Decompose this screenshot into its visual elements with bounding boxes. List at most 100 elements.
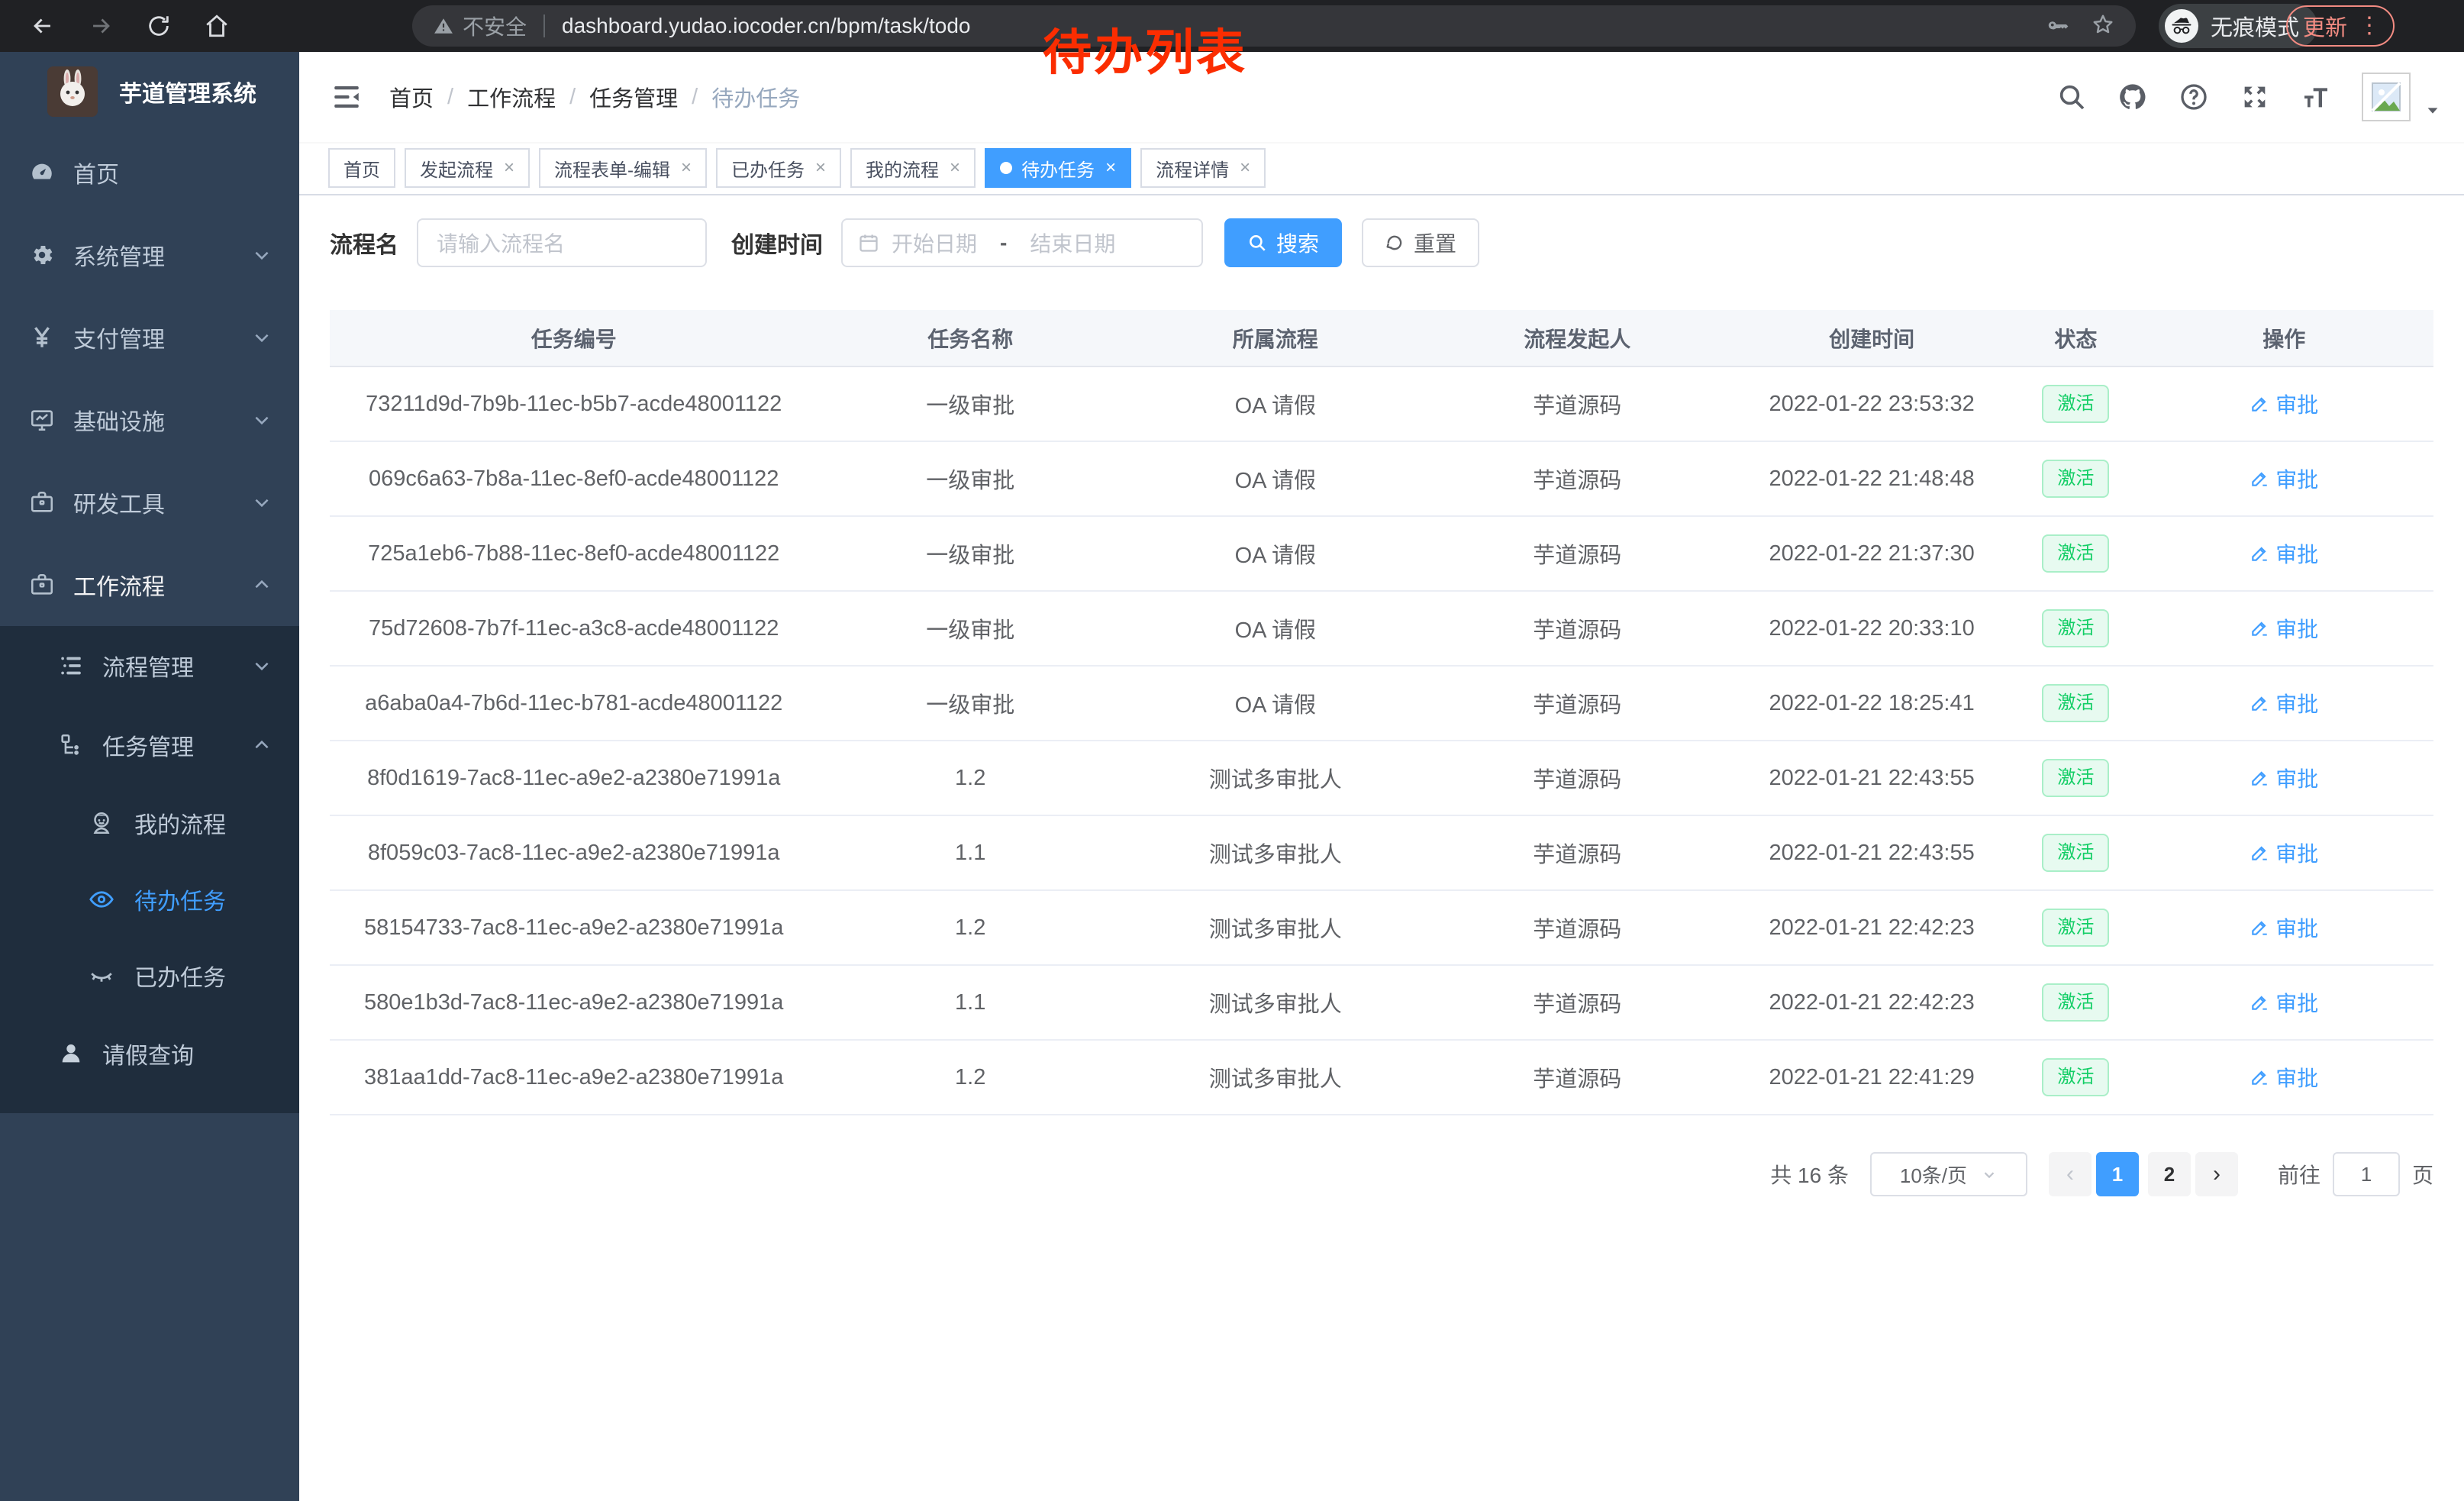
tab-1[interactable]: 发起流程× xyxy=(405,148,530,188)
tab-close-icon[interactable]: × xyxy=(1105,159,1116,177)
tab-2[interactable]: 流程表单-编辑× xyxy=(539,148,707,188)
approve-link[interactable]: 审批 xyxy=(2250,763,2318,793)
approve-link[interactable]: 审批 xyxy=(2250,613,2318,644)
tab-label: 流程详情 xyxy=(1156,155,1229,182)
help-icon[interactable] xyxy=(2179,82,2209,112)
github-icon[interactable] xyxy=(2117,82,2148,112)
search-icon[interactable] xyxy=(2056,82,2087,112)
security-warning-icon[interactable] xyxy=(434,16,463,36)
avatar[interactable] xyxy=(2362,73,2411,121)
tab-3[interactable]: 已办任务 × xyxy=(716,148,841,188)
status-badge: 激活 xyxy=(2042,1058,2109,1097)
tab-0[interactable]: 首页 xyxy=(328,148,395,188)
org-tree-icon xyxy=(56,731,85,760)
sidebar-item-1[interactable]: 系统管理 xyxy=(0,214,299,296)
caret-down-icon[interactable] xyxy=(2424,102,2441,123)
sidebar-item-label: 基础设施 xyxy=(73,403,165,437)
app-logo-row[interactable]: 芋道管理系统 xyxy=(0,52,299,131)
refresh-icon xyxy=(1385,233,1405,253)
table-row-2: 725a1eb6-7b88-11ec-8ef0-acde48001122一级审批… xyxy=(330,516,2433,591)
end-date-placeholder: 结束日期 xyxy=(1030,228,1115,258)
incognito-icon xyxy=(2165,9,2198,43)
password-key-icon[interactable] xyxy=(2046,13,2069,40)
goto-page-input[interactable]: 1 xyxy=(2333,1152,2400,1196)
cell-task-name: 1.1 xyxy=(818,815,1123,890)
search-button[interactable]: 搜索 xyxy=(1224,218,1342,267)
browser-forward-icon[interactable] xyxy=(85,11,116,41)
approve-link[interactable]: 审批 xyxy=(2250,987,2318,1018)
approve-link[interactable]: 审批 xyxy=(2250,688,2318,718)
approve-link[interactable]: 审批 xyxy=(2250,838,2318,868)
date-separator: - xyxy=(1000,231,1007,255)
reset-button[interactable]: 重置 xyxy=(1362,218,1479,267)
approve-link[interactable]: 审批 xyxy=(2250,1062,2318,1093)
sidebar-item-6[interactable]: 流程管理 xyxy=(0,626,299,705)
bookmark-star-icon[interactable] xyxy=(2091,13,2114,40)
cell-process: 测试多审批人 xyxy=(1123,1040,1428,1115)
browser-reload-icon[interactable] xyxy=(144,11,174,41)
approve-link[interactable]: 审批 xyxy=(2250,538,2318,569)
url-text[interactable]: dashboard.yudao.iocoder.cn/bpm/task/todo xyxy=(562,14,2046,38)
pagination: 共 16 条10条/页‹12›前往1页 xyxy=(1770,1150,2433,1199)
chevron-down-icon xyxy=(252,410,272,430)
sidebar-item-8[interactable]: 我的流程 xyxy=(0,785,299,861)
prev-page-button[interactable]: ‹ xyxy=(2049,1152,2091,1196)
approve-link[interactable]: 审批 xyxy=(2250,389,2318,419)
breadcrumb-item-2[interactable]: 任务管理 xyxy=(589,81,678,113)
sidebar-item-10[interactable]: 已办任务 xyxy=(0,938,299,1014)
tab-label: 待办任务 xyxy=(1021,155,1095,182)
approve-link[interactable]: 审批 xyxy=(2250,463,2318,494)
dashboard-icon xyxy=(27,158,56,187)
address-bar[interactable]: 不安全 dashboard.yudao.iocoder.cn/bpm/task/… xyxy=(412,5,2136,47)
sidebar-item-2[interactable]: 支付管理 xyxy=(0,296,299,379)
sidebar-item-7[interactable]: 任务管理 xyxy=(0,705,299,785)
briefcase-icon xyxy=(27,488,56,517)
process-name-input[interactable]: 请输入流程名 xyxy=(417,218,707,267)
approve-link[interactable]: 审批 xyxy=(2250,912,2318,943)
browser-update-button[interactable]: 更新 ⋮ xyxy=(2286,5,2395,47)
breadcrumb-item-1[interactable]: 工作流程 xyxy=(467,81,556,113)
tab-close-icon[interactable]: × xyxy=(815,159,826,177)
cell-process: 测试多审批人 xyxy=(1123,815,1428,890)
fullscreen-icon[interactable] xyxy=(2240,82,2270,112)
next-page-button[interactable]: › xyxy=(2195,1152,2238,1196)
tab-close-icon[interactable]: × xyxy=(1240,159,1250,177)
sidebar-item-5[interactable]: 工作流程 xyxy=(0,544,299,626)
sidebar-item-0[interactable]: 首页 xyxy=(0,131,299,214)
tab-5[interactable]: 待办任务 × xyxy=(985,148,1131,188)
browser-back-icon[interactable] xyxy=(27,11,58,41)
column-header-2: 所属流程 xyxy=(1123,310,1428,366)
cell-process: OA 请假 xyxy=(1123,441,1428,516)
sidebar-item-9[interactable]: 待办任务 xyxy=(0,861,299,938)
tab-4[interactable]: 我的流程× xyxy=(850,148,976,188)
tab-6[interactable]: 流程详情 × xyxy=(1140,148,1266,188)
sidebar-item-11[interactable]: 请假查询 xyxy=(0,1014,299,1093)
tab-close-icon[interactable]: × xyxy=(681,159,692,177)
browser-home-icon[interactable] xyxy=(202,11,232,41)
page-number-2[interactable]: 2 xyxy=(2148,1152,2191,1196)
page-number-1[interactable]: 1 xyxy=(2096,1152,2139,1196)
update-label[interactable]: 更新 xyxy=(2303,10,2347,42)
table-row-1: 069c6a63-7b8a-11ec-8ef0-acde48001122一级审批… xyxy=(330,441,2433,516)
breadcrumb-item-0[interactable]: 首页 xyxy=(389,81,434,113)
cell-task-id: 8f059c03-7ac8-11ec-a9e2-a2380e71991a xyxy=(330,815,818,890)
goto-label: 前往 xyxy=(2278,1159,2320,1190)
cell-starter: 芋道源码 xyxy=(1428,591,1727,666)
date-range-input[interactable]: 开始日期 - 结束日期 xyxy=(841,218,1203,267)
tab-label: 已办任务 xyxy=(731,155,805,182)
tab-close-icon[interactable]: × xyxy=(504,159,514,177)
tab-close-icon[interactable]: × xyxy=(950,159,960,177)
security-label[interactable]: 不安全 xyxy=(463,11,527,41)
sidebar-item-3[interactable]: 基础设施 xyxy=(0,379,299,461)
gear-icon xyxy=(27,240,56,270)
font-size-icon[interactable] xyxy=(2301,82,2331,112)
page-size-select[interactable]: 10条/页 xyxy=(1870,1152,2027,1196)
hamburger-icon[interactable] xyxy=(328,79,365,115)
sidebar-item-4[interactable]: 研发工具 xyxy=(0,461,299,544)
table-row-9: 381aa1dd-7ac8-11ec-a9e2-a2380e71991a1.2测… xyxy=(330,1040,2433,1115)
status-badge: 激活 xyxy=(2042,983,2109,1022)
browser-menu-icon[interactable]: ⋮ xyxy=(2358,15,2381,37)
table-row-8: 580e1b3d-7ac8-11ec-a9e2-a2380e71991a1.1测… xyxy=(330,965,2433,1040)
cell-starter: 芋道源码 xyxy=(1428,890,1727,965)
cell-starter: 芋道源码 xyxy=(1428,366,1727,441)
